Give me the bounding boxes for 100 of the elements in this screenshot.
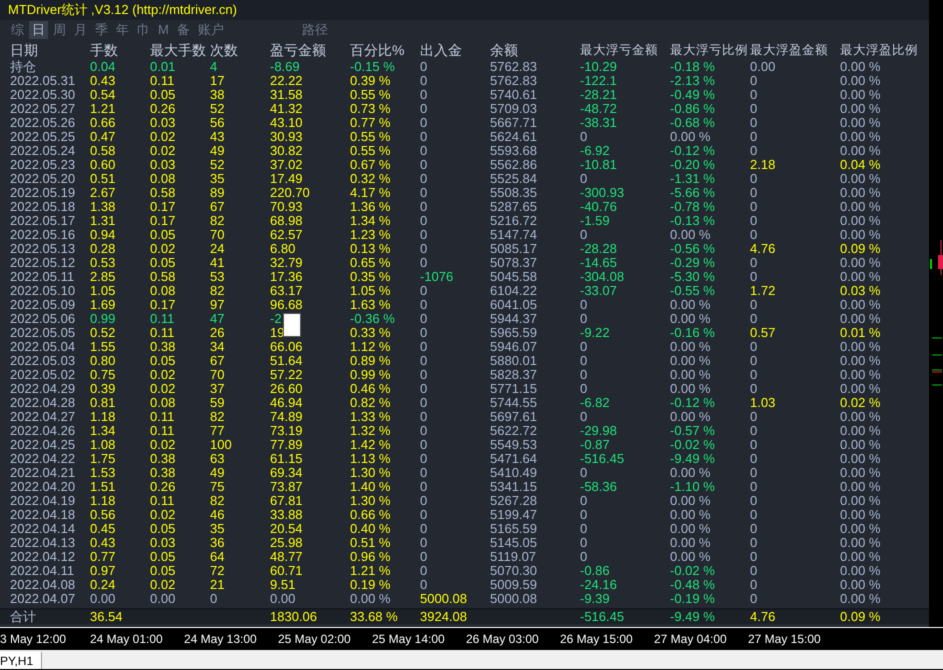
table-cell: 0.00 % (670, 354, 710, 368)
table-cell: 0.00 (270, 592, 296, 606)
table-cell: 0 (580, 550, 588, 564)
table-cell: 0 (580, 340, 588, 354)
table-cell: 0.02 (150, 508, 176, 522)
tab[interactable]: 巾 (134, 21, 153, 39)
table-cell: -40.76 (580, 200, 617, 214)
table-cell: 0.60 (90, 158, 116, 172)
table-cell: 0.05 (150, 228, 176, 242)
table-cell: 0 (580, 228, 588, 242)
table-cell: 1.21 % (350, 564, 390, 578)
table-cell: 0.01 (150, 60, 176, 74)
table-cell: 41.32 (270, 102, 303, 116)
table-cell: 0 (750, 340, 758, 354)
table-cell: 0 (420, 340, 428, 354)
table-cell: 2022.04.11 (10, 564, 74, 578)
table-cell: -0.13 % (670, 214, 715, 228)
table-cell: 49 (210, 466, 224, 480)
table-cell: 0 (580, 368, 588, 382)
table-cell: 1.12 % (350, 340, 390, 354)
table-cell: 33.68 % (350, 610, 398, 624)
table-cell: 2022.05.25 (10, 130, 76, 144)
table-cell: -29.98 (580, 424, 617, 438)
table-cell: 5944.37 (490, 312, 537, 326)
table-cell: 0.82 % (350, 396, 390, 410)
tab[interactable]: 季 (92, 21, 111, 39)
table-cell: 5216.72 (490, 214, 537, 228)
table-cell: 5525.84 (490, 172, 537, 186)
table-cell: -516.45 (580, 452, 624, 466)
table-cell: 2022.05.19 (10, 186, 76, 200)
table-cell: 61.15 (270, 452, 303, 466)
tab[interactable]: 日 (29, 21, 48, 39)
tab[interactable]: 月 (71, 21, 90, 39)
table-cell: 0.39 (90, 382, 116, 396)
table-cell: 73.19 (270, 424, 303, 438)
table-cell: 0 (420, 228, 428, 242)
table-cell: 0 (750, 564, 758, 578)
table-cell: 0 (750, 466, 758, 480)
table-cell: 2022.05.24 (10, 144, 76, 158)
table-cell: 0 (420, 424, 428, 438)
table-cell: 1.40 % (350, 480, 390, 494)
table-cell: 9.51 (270, 578, 296, 592)
table-cell: 2022.05.31 (10, 74, 76, 88)
table-cell: 0.58 (90, 144, 116, 158)
table-cell: 82 (210, 284, 224, 298)
tab[interactable]: 综 (8, 21, 27, 39)
table-cell: 0 (750, 200, 758, 214)
table-cell: 72 (210, 564, 224, 578)
table-cell: 25.98 (270, 536, 303, 550)
tab[interactable]: 周 (50, 21, 69, 39)
table-cell: 0.05 (150, 354, 176, 368)
table-cell: -0.36 % (350, 312, 395, 326)
table-cell: 63.17 (270, 284, 303, 298)
tab[interactable]: M (155, 21, 172, 39)
table-cell: 0.00 % (840, 508, 880, 522)
table-cell: 0 (580, 172, 588, 186)
table-cell: 0.00 % (840, 536, 880, 550)
tab[interactable]: 账户 (194, 21, 227, 39)
table-cell: 1.34 (90, 424, 116, 438)
table-cell: 0.03 (150, 116, 176, 130)
table-cell: 0 (750, 354, 758, 368)
table-cell: 5667.71 (490, 116, 537, 130)
table-cell: 21 (210, 578, 224, 592)
tab[interactable]: 备 (174, 21, 193, 39)
table-cell: 0.00 % (670, 368, 710, 382)
table-cell: 0.26 (150, 102, 176, 116)
table-cell: 5946.07 (490, 340, 537, 354)
table-cell: 0 (420, 396, 428, 410)
table-cell: 0.05 (150, 550, 176, 564)
table-cell: 26 (210, 326, 224, 340)
table-cell: 89 (210, 186, 224, 200)
table-cell: 0.04 % (840, 158, 880, 172)
table-cell: -9.49 % (670, 452, 715, 466)
table-cell: 0.00 % (840, 410, 880, 424)
table-cell: 5508.35 (490, 186, 537, 200)
table-cell: 0.00 % (670, 550, 710, 564)
table-cell: 43 (210, 130, 224, 144)
table-cell: 0 (420, 74, 428, 88)
table-cell: 0.00 % (840, 228, 880, 242)
table-cell: 0.05 (150, 522, 176, 536)
tab[interactable]: 路径 (298, 21, 331, 39)
column-header: 次数 (210, 41, 239, 60)
tab[interactable]: 年 (113, 21, 132, 39)
table-cell: 17.49 (270, 172, 303, 186)
table-cell: 0.02 (150, 242, 176, 256)
table-cell: 0 (420, 466, 428, 480)
table-cell: 0 (750, 312, 758, 326)
table-cell: 4.76 (750, 242, 776, 256)
table-cell: 2022.04.20 (10, 480, 76, 494)
table-cell: -0.02 % (670, 564, 715, 578)
time-label: 27 May 15:00 (748, 632, 822, 646)
table-cell: 2022.04.27 (10, 410, 76, 424)
table-cell: 0 (750, 494, 758, 508)
table-cell: 5000.08 (420, 592, 467, 606)
table-cell: 0 (750, 550, 758, 564)
chart-tab[interactable]: PY,H1 (0, 652, 42, 669)
table-cell: 2022.05.16 (10, 228, 76, 242)
table-cell: 46.94 (270, 396, 303, 410)
table-cell: 0 (580, 494, 588, 508)
table-cell: 0.01 % (840, 326, 880, 340)
